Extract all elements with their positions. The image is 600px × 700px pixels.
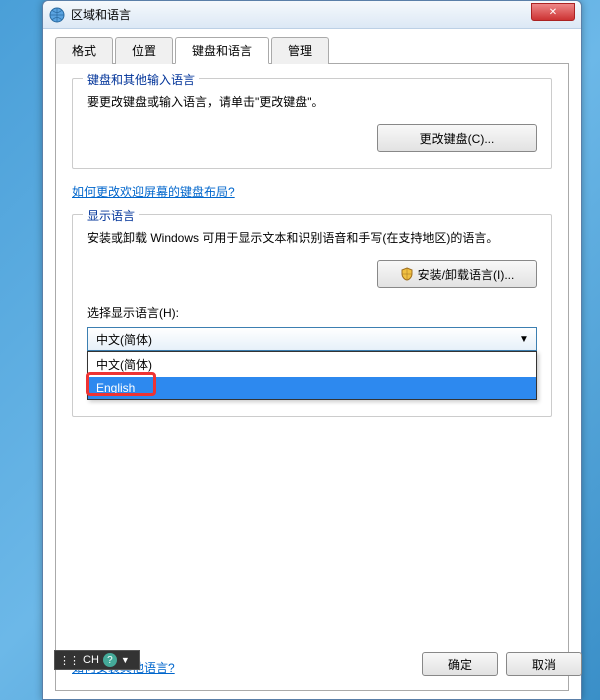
tab-panel: 键盘和其他输入语言 要更改键盘或输入语言，请单击"更改键盘"。 更改键盘(C).… (55, 64, 569, 691)
tab-location[interactable]: 位置 (115, 37, 173, 64)
tab-strip: 格式 位置 键盘和语言 管理 (55, 37, 569, 64)
change-keyboard-button[interactable]: 更改键盘(C)... (377, 124, 537, 152)
chevron-down-icon[interactable]: ▼ (121, 655, 130, 665)
globe-icon (49, 7, 65, 23)
cancel-button[interactable]: 取消 (506, 652, 582, 676)
language-bar-grip-icon: ⋮⋮ (59, 654, 79, 667)
button-row: 更改键盘(C)... (87, 124, 537, 152)
window-title: 区域和语言 (71, 6, 131, 23)
keyboard-group: 键盘和其他输入语言 要更改键盘或输入语言，请单击"更改键盘"。 更改键盘(C).… (72, 78, 552, 169)
chevron-down-icon: ▼ (516, 334, 532, 345)
region-language-window: 区域和语言 ✕ 格式 位置 键盘和语言 管理 键盘和其他输入语言 要更改键盘或输… (42, 0, 582, 700)
combo-selected-value: 中文(简体) (96, 331, 152, 348)
dropdown-item-chinese[interactable]: 中文(简体) (88, 352, 536, 377)
dialog-buttons: 确定 取消 (422, 652, 582, 676)
keyboard-group-text: 要更改键盘或输入语言，请单击"更改键盘"。 (87, 93, 537, 112)
welcome-screen-layout-link[interactable]: 如何更改欢迎屏幕的键盘布局? (72, 185, 235, 199)
keyboard-group-title: 键盘和其他输入语言 (83, 71, 199, 88)
tab-format[interactable]: 格式 (55, 37, 113, 64)
display-language-group-title: 显示语言 (83, 207, 139, 224)
select-display-language-label: 选择显示语言(H): (87, 304, 537, 321)
install-uninstall-language-button[interactable]: 安装/卸载语言(I)... (377, 260, 537, 288)
help-icon[interactable]: ? (103, 653, 117, 667)
language-code: CH (83, 654, 99, 666)
display-language-group: 显示语言 安装或卸载 Windows 可用于显示文本和识别语音和手写(在支持地区… (72, 214, 552, 417)
display-language-combo[interactable]: 中文(简体) ▼ (87, 327, 537, 351)
tab-keyboard-language[interactable]: 键盘和语言 (175, 37, 269, 64)
shield-icon (400, 267, 414, 281)
install-uninstall-label: 安装/卸载语言(I)... (418, 266, 515, 283)
display-language-group-text: 安装或卸载 Windows 可用于显示文本和识别语音和手写(在支持地区)的语言。 (87, 229, 537, 248)
close-button[interactable]: ✕ (531, 3, 575, 21)
ok-button[interactable]: 确定 (422, 652, 498, 676)
tab-administrative[interactable]: 管理 (271, 37, 329, 64)
display-language-dropdown: 中文(简体) English (87, 351, 537, 400)
dropdown-item-english[interactable]: English (88, 377, 536, 399)
content-area: 格式 位置 键盘和语言 管理 键盘和其他输入语言 要更改键盘或输入语言，请单击"… (43, 29, 581, 699)
language-bar[interactable]: ⋮⋮ CH ? ▼ (54, 650, 140, 670)
close-icon: ✕ (549, 7, 557, 18)
button-row: 安装/卸载语言(I)... (87, 260, 537, 288)
titlebar[interactable]: 区域和语言 ✕ (43, 1, 581, 29)
